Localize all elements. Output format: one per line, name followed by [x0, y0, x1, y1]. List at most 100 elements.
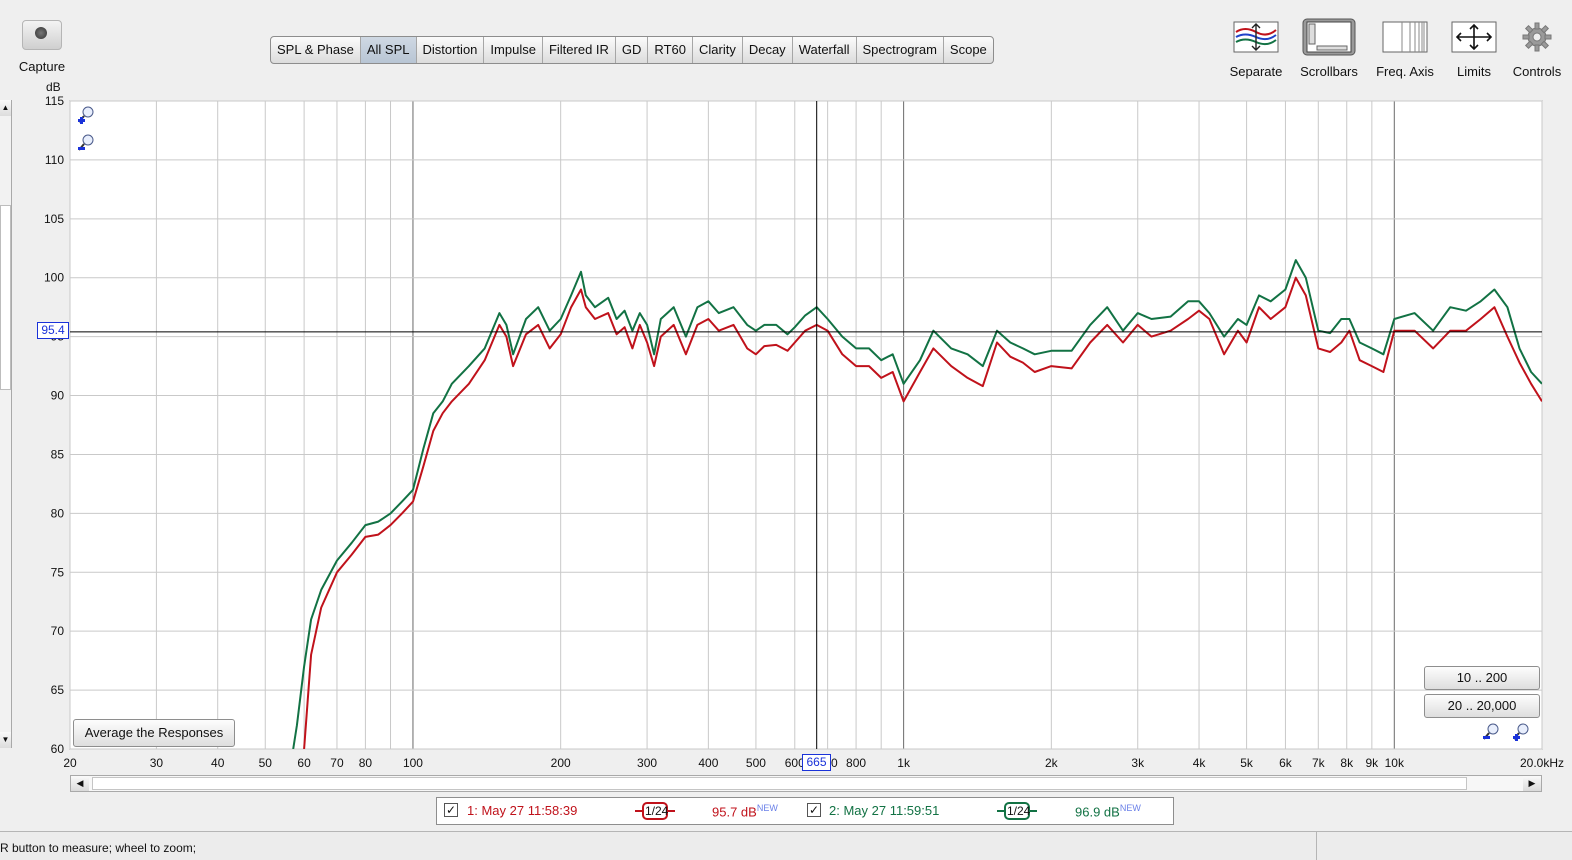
range-20-20000-button[interactable]: 20 .. 20,000: [1424, 694, 1540, 718]
y-tick-label: 60: [51, 742, 65, 756]
x-tick-label: 300: [637, 756, 657, 770]
x-tick-label: 8k: [1340, 756, 1354, 770]
measurement-2-level: 96.9 dBNEW: [1075, 803, 1141, 819]
separate-icon: [1226, 18, 1286, 56]
x-tick-label: 3k: [1131, 756, 1145, 770]
y-tick-label: 75: [51, 565, 65, 579]
x-tick-label: 70: [330, 756, 344, 770]
measurement-1-new-badge: NEW: [756, 803, 778, 813]
limits-label: Limits: [1457, 64, 1491, 79]
y-tick-label: 90: [51, 389, 65, 403]
x-tick-label: 6k: [1279, 756, 1293, 770]
scrollbars-button[interactable]: Scrollbars: [1296, 18, 1362, 79]
y-tick-label: 115: [45, 94, 64, 108]
cursor-y-readout: 95.4: [37, 322, 69, 339]
x-tick-label: 30: [150, 756, 164, 770]
y-tick-label: 85: [51, 447, 65, 461]
x-tick-label: 40: [211, 756, 225, 770]
tab-rt60[interactable]: RT60: [648, 37, 693, 63]
limits-icon: [1448, 18, 1500, 56]
measurement-1-smoothing-label: 1/24: [645, 804, 669, 818]
x-tick-label: 80: [359, 756, 373, 770]
measurement-2-new-badge: NEW: [1119, 803, 1141, 813]
x-tick-label: 50: [259, 756, 273, 770]
controls-button[interactable]: Controls: [1508, 18, 1566, 79]
x-tick-label: 500: [746, 756, 766, 770]
tab-scope[interactable]: Scope: [944, 37, 993, 63]
zoom-out-vertical-icon[interactable]: [77, 132, 97, 152]
spl-chart[interactable]: 6065707580859095100105110115203040506070…: [0, 80, 1572, 780]
zoom-out-icon[interactable]: [1482, 721, 1502, 741]
zoom-in-icon[interactable]: [1512, 721, 1532, 741]
spl-chart-svg[interactable]: 6065707580859095100105110115203040506070…: [0, 80, 1572, 780]
x-tick-label: 400: [698, 756, 718, 770]
x-tick-label: 2k: [1045, 756, 1059, 770]
tab-spectrogram[interactable]: Spectrogram: [857, 37, 944, 63]
x-tick-label: 7k: [1312, 756, 1326, 770]
average-responses-button[interactable]: Average the Responses: [73, 719, 235, 747]
measurement-1-level: 95.7 dBNEW: [712, 803, 778, 819]
limits-button[interactable]: Limits: [1448, 18, 1500, 79]
scroll-left-icon[interactable]: ◀: [71, 776, 89, 791]
separate-button[interactable]: Separate: [1226, 18, 1286, 79]
controls-label: Controls: [1512, 64, 1562, 79]
y-tick-label: 105: [44, 212, 64, 226]
capture-button[interactable]: Capture: [14, 20, 70, 76]
range-10-200-button[interactable]: 10 .. 200: [1424, 666, 1540, 690]
tab-gd[interactable]: GD: [616, 37, 649, 63]
x-tick-label: 100: [403, 756, 423, 770]
status-divider: [1316, 832, 1317, 860]
x-tick-label: 4k: [1193, 756, 1207, 770]
tab-filtered-ir[interactable]: Filtered IR: [543, 37, 616, 63]
y-tick-label: 70: [51, 624, 65, 638]
measurement-legend: ✓ 1: May 27 11:58:39 1/24 95.7 dBNEW ✓ 2…: [436, 797, 1174, 825]
scroll-right-icon[interactable]: ▶: [1523, 776, 1541, 791]
x-tick-label: 20.0kHz: [1520, 756, 1564, 770]
tab-impulse[interactable]: Impulse: [484, 37, 543, 63]
tab-all-spl[interactable]: All SPL: [360, 37, 417, 63]
x-tick-label: 60: [297, 756, 311, 770]
measurement-1-checkbox[interactable]: ✓: [444, 803, 458, 817]
x-tick-label: 1k: [897, 756, 911, 770]
measurement-2-smoothing[interactable]: 1/24: [997, 801, 1037, 821]
x-tick-label: 200: [551, 756, 571, 770]
freq-axis-button[interactable]: Freq. Axis: [1372, 18, 1438, 79]
capture-label: Capture: [18, 59, 66, 74]
measurement-2-level-value: 96.9 dB: [1075, 804, 1120, 820]
measurement-1-name: 1: May 27 11:58:39: [467, 803, 578, 818]
plot-background: [69, 100, 1543, 750]
y-tick-label: 110: [45, 153, 64, 167]
status-bar: R button to measure; wheel to zoom;: [0, 831, 1572, 860]
separate-label: Separate: [1229, 64, 1283, 79]
y-tick-label: 80: [51, 506, 65, 520]
y-tick-label: 65: [51, 683, 65, 697]
measurement-1-level-value: 95.7 dB: [712, 804, 757, 820]
freq-axis-icon: [1372, 18, 1438, 56]
horizontal-scrollbar[interactable]: ◀ ▶: [70, 775, 1542, 792]
tab-distortion[interactable]: Distortion: [417, 37, 485, 63]
measurement-2-name: 2: May 27 11:59:51: [829, 803, 940, 818]
x-tick-label: 9k: [1365, 756, 1379, 770]
tab-spl-phase[interactable]: SPL & Phase: [271, 37, 361, 63]
measurement-2-smoothing-label: 1/24: [1007, 804, 1031, 818]
measurement-2-checkbox[interactable]: ✓: [807, 803, 821, 817]
cursor-x-readout: 665: [802, 754, 831, 771]
tab-clarity[interactable]: Clarity: [693, 37, 743, 63]
x-tick-label: 5k: [1240, 756, 1254, 770]
y-tick-label: 100: [44, 271, 64, 285]
camera-icon: [22, 20, 62, 50]
status-text: R button to measure; wheel to zoom;: [0, 841, 197, 855]
x-tick-label: 10k: [1385, 756, 1405, 770]
scrollbars-label: Scrollbars: [1300, 64, 1358, 79]
zoom-in-vertical-icon[interactable]: [77, 104, 97, 124]
measurement-1-smoothing[interactable]: 1/24: [635, 801, 675, 821]
tab-waterfall[interactable]: Waterfall: [793, 37, 857, 63]
gear-icon: [1508, 18, 1566, 56]
horizontal-scroll-thumb[interactable]: [92, 777, 1467, 790]
x-tick-label: 20: [63, 756, 77, 770]
view-tabs: SPL & Phase All SPL Distortion Impulse F…: [270, 36, 994, 64]
x-tick-label: 800: [846, 756, 866, 770]
freq-axis-label: Freq. Axis: [1376, 64, 1434, 79]
scrollbars-icon: [1296, 18, 1362, 56]
tab-decay[interactable]: Decay: [743, 37, 793, 63]
